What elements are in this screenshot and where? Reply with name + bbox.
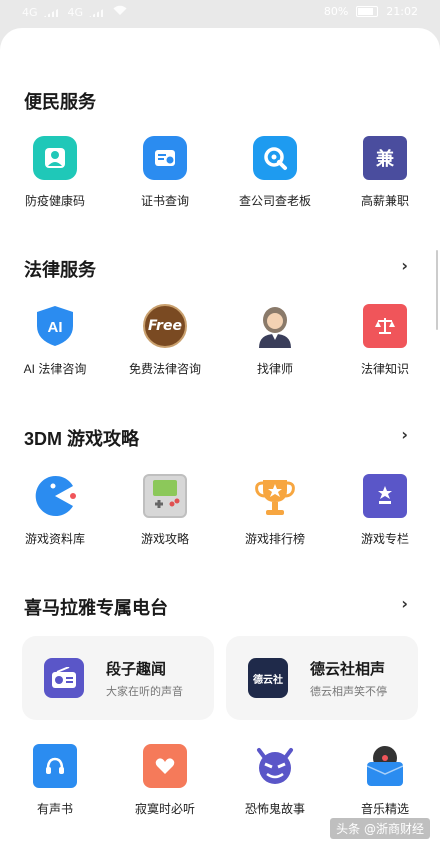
heart-tv-icon [143,744,187,788]
radio-card-subtitle: 德云相声笑不停 [310,686,387,698]
vinyl-music-icon [363,744,407,788]
game-item-label: 游戏专栏 [360,532,409,546]
gameboy-icon [143,474,187,518]
lawyer-icon [253,304,297,348]
radio-card-title: 德云社相声 [310,661,386,678]
radio-item-label: 恐怖鬼故事 [244,802,305,816]
service-item-label: 防疫健康码 [24,194,85,208]
game-more-chevron-icon[interactable]: › [401,425,408,444]
service-item-health-code[interactable]: 防疫健康码 [0,136,110,209]
legal-item-free[interactable]: Free 免费法律咨询 [110,304,220,377]
radio-card-title: 段子趣闻 [106,661,167,678]
game-item-label: 游戏资料库 [24,532,85,546]
game-item-label: 游戏排行榜 [244,532,305,546]
company-search-icon [253,136,297,180]
legal-grid: AI AI 法律咨询 Free 免费法律咨询 找律师 法律知识 [0,304,440,377]
legal-item-lawyer[interactable]: 找律师 [220,304,330,377]
radio-item-label: 音乐精选 [360,802,409,816]
service-item-certificate[interactable]: 证书查询 [110,136,220,209]
battery-icon [356,6,379,17]
status-right: 80% 21:02 [324,5,418,18]
legal-item-label: 法律知识 [360,362,409,376]
network-label-2: 4G [67,5,84,19]
ai-shield-icon: AI [33,304,77,348]
radio-card-jokes[interactable]: 段子趣闻 大家在听的声音 [22,636,214,720]
watermark: 头条 @浙商财经 [330,818,430,839]
radio-item-lonely[interactable]: 寂寞时必听 [110,744,220,817]
game-item-label: 游戏攻略 [140,532,189,546]
service-item-label: 证书查询 [140,194,189,208]
service-item-label: 高薪兼职 [360,194,409,208]
network-label: 4G [22,5,38,19]
service-item-parttime[interactable]: 兼 高薪兼职 [330,136,440,209]
section-title-legal: 法律服务 [24,260,96,280]
service-item-company-lookup[interactable]: 查公司查老板 [220,136,330,209]
legal-more-chevron-icon[interactable]: › [401,256,408,275]
service-grid: 防疫健康码 证书查询 查公司查老板 兼 高薪兼职 [0,136,440,209]
section-title-service: 便民服务 [24,92,96,112]
radio-item-audiobook[interactable]: 有声书 [0,744,110,817]
battery-percent: 80% [323,5,349,18]
radio-item-music[interactable]: 音乐精选 [330,744,440,817]
game-item-guides[interactable]: 游戏攻略 [110,474,220,547]
services-sheet: 便民服务 防疫健康码 证书查询 查公司查老板 兼 高薪兼职 法律服务 › AI … [0,28,440,847]
game-item-column[interactable]: 游戏专栏 [330,474,440,547]
status-bar: 4G 4G 80% 21:02 [0,0,440,26]
game-item-database[interactable]: 游戏资料库 [0,474,110,547]
legal-item-ai[interactable]: AI AI 法律咨询 [0,304,110,377]
legal-item-label: AI 法律咨询 [23,362,87,376]
parttime-icon: 兼 [363,136,407,180]
signal-indicators: 4G 4G [22,5,127,19]
radio-card-deyunshe[interactable]: 德云社 德云社相声 德云相声笑不停 [226,636,418,720]
radio-icon [44,658,84,698]
deyunshe-cover-icon: 德云社 [248,658,288,698]
audiobook-icon [33,744,77,788]
signal-icon [43,7,62,17]
health-code-icon [33,136,77,180]
service-item-label: 查公司查老板 [238,194,311,208]
clock: 21:02 [386,5,418,18]
signal-icon-2 [89,7,108,17]
radio-item-ghost[interactable]: 恐怖鬼故事 [220,744,330,817]
certificate-icon [143,136,187,180]
ai-shield-text: AI [48,319,63,336]
section-title-radio: 喜马拉雅专属电台 [24,598,168,618]
legal-item-label: 免费法律咨询 [128,362,201,376]
radio-card-subtitle: 大家在听的声音 [106,686,183,698]
legal-item-knowledge[interactable]: 法律知识 [330,304,440,377]
pacman-icon [33,474,77,518]
radio-item-label: 寂寞时必听 [134,802,195,816]
free-badge-icon: Free [143,304,187,348]
radio-item-label: 有声书 [36,802,73,816]
radio-grid: 有声书 寂寞时必听 恐怖鬼故事 音乐精选 [0,744,440,817]
trophy-icon [253,474,297,518]
game-column-icon [363,474,407,518]
law-book-icon [363,304,407,348]
game-item-ranking[interactable]: 游戏排行榜 [220,474,330,547]
game-grid: 游戏资料库 游戏攻略 游戏排行榜 游戏专栏 [0,474,440,547]
scrollbar[interactable] [436,250,438,330]
radio-more-chevron-icon[interactable]: › [401,594,408,613]
section-title-game: 3DM 游戏攻略 [24,429,140,449]
devil-icon [253,744,297,788]
legal-item-label: 找律师 [256,362,293,376]
wifi-icon [113,5,127,19]
